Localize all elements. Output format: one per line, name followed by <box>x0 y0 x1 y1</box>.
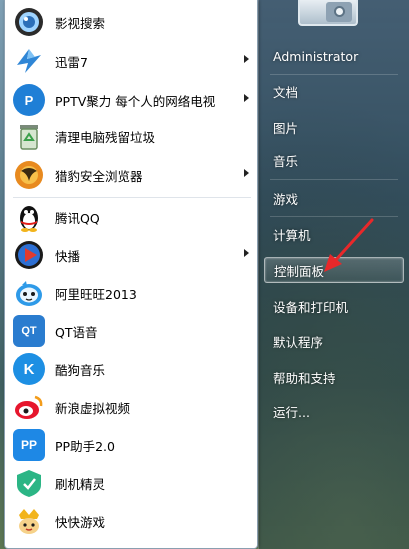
submenu-arrow-icon <box>244 169 249 177</box>
program-label: 快快游戏 <box>55 514 106 530</box>
right-item-pictures[interactable]: 图片 <box>264 115 404 139</box>
camera-lens-icon <box>334 6 345 17</box>
program-item-video-search[interactable]: 影视搜索 <box>9 4 255 40</box>
right-item-run[interactable]: 运行... <box>264 399 404 423</box>
aliwangwang-icon <box>13 277 45 309</box>
right-item-devices-printers[interactable]: 设备和打印机 <box>264 294 404 318</box>
recycle-cleaner-icon <box>13 120 45 152</box>
pp-assistant-icon: PP <box>13 429 45 461</box>
program-item-qvod[interactable]: 快播 <box>9 237 255 273</box>
program-label: 新浪虚拟视频 <box>55 400 131 416</box>
program-label: PPTV聚力 每个人的网络电视 <box>55 93 216 109</box>
right-item-games[interactable]: 游戏 <box>264 186 404 210</box>
right-item-default-programs[interactable]: 默认程序 <box>264 329 404 353</box>
program-label: 影视搜索 <box>55 15 106 31</box>
program-label: QT语音 <box>55 324 98 340</box>
program-label: 阿里旺旺2013 <box>55 286 137 302</box>
program-label: 刷机精灵 <box>55 476 106 492</box>
kuaikuai-game-icon <box>13 505 45 537</box>
kugou-music-icon: K <box>13 353 45 385</box>
qq-penguin-icon <box>13 201 45 233</box>
program-item-pp-assistant[interactable]: PP PP助手2.0 <box>9 427 255 463</box>
video-search-icon <box>13 6 45 38</box>
pptv-icon: P <box>13 84 45 116</box>
program-item-pptv[interactable]: P PPTV聚力 每个人的网络电视 <box>9 82 255 118</box>
program-label: 酷狗音乐 <box>55 362 106 378</box>
right-item-documents[interactable]: 文档 <box>264 79 404 103</box>
right-pane-separator <box>270 179 398 180</box>
program-item-aliwangwang[interactable]: 阿里旺旺2013 <box>9 275 255 311</box>
right-pane-separator <box>270 216 398 217</box>
program-label: 猎豹安全浏览器 <box>55 168 143 184</box>
program-item-flash-wizard[interactable]: 刷机精灵 <box>9 465 255 501</box>
program-label: 清理电脑残留垃圾 <box>55 129 156 145</box>
right-item-music[interactable]: 音乐 <box>264 148 404 172</box>
qt-voice-icon: QT <box>13 315 45 347</box>
program-item-qt-voice[interactable]: QT QT语音 <box>9 313 255 349</box>
program-label: 腾讯QQ <box>55 210 100 226</box>
program-item-cleaner[interactable]: 清理电脑残留垃圾 <box>9 118 255 154</box>
program-item-kugou[interactable]: K 酷狗音乐 <box>9 351 255 387</box>
program-list-separator <box>13 197 251 198</box>
program-item-kuaikuai-game[interactable]: 快快游戏 <box>9 503 255 539</box>
program-item-sina-video[interactable]: 新浪虚拟视频 <box>9 389 255 425</box>
program-item-thunder[interactable]: 迅雷7 <box>9 43 255 79</box>
right-item-help-support[interactable]: 帮助和支持 <box>264 365 404 389</box>
user-account-picture[interactable] <box>298 0 358 26</box>
program-label: PP助手2.0 <box>55 438 115 454</box>
flash-wizard-icon <box>13 467 45 499</box>
program-item-cheetah-browser[interactable]: 猎豹安全浏览器 <box>9 157 255 193</box>
start-menu-program-list: 影视搜索 迅雷7 P PPTV聚力 每个人的网络电视 清理电脑残留垃圾 猎豹安全… <box>4 0 258 549</box>
sina-weibo-icon <box>13 391 45 423</box>
qvod-play-icon <box>13 239 45 271</box>
submenu-arrow-icon <box>244 55 249 63</box>
program-label: 快播 <box>55 248 81 264</box>
cheetah-browser-icon <box>13 159 45 191</box>
program-label: 迅雷7 <box>55 54 88 70</box>
thunder-bird-icon <box>13 45 45 77</box>
right-item-user[interactable]: Administrator <box>264 44 404 68</box>
program-item-qq[interactable]: 腾讯QQ <box>9 199 255 235</box>
submenu-arrow-icon <box>244 94 249 102</box>
annotation-arrow-icon <box>324 218 374 272</box>
right-pane-separator <box>270 74 398 75</box>
submenu-arrow-icon <box>244 249 249 257</box>
